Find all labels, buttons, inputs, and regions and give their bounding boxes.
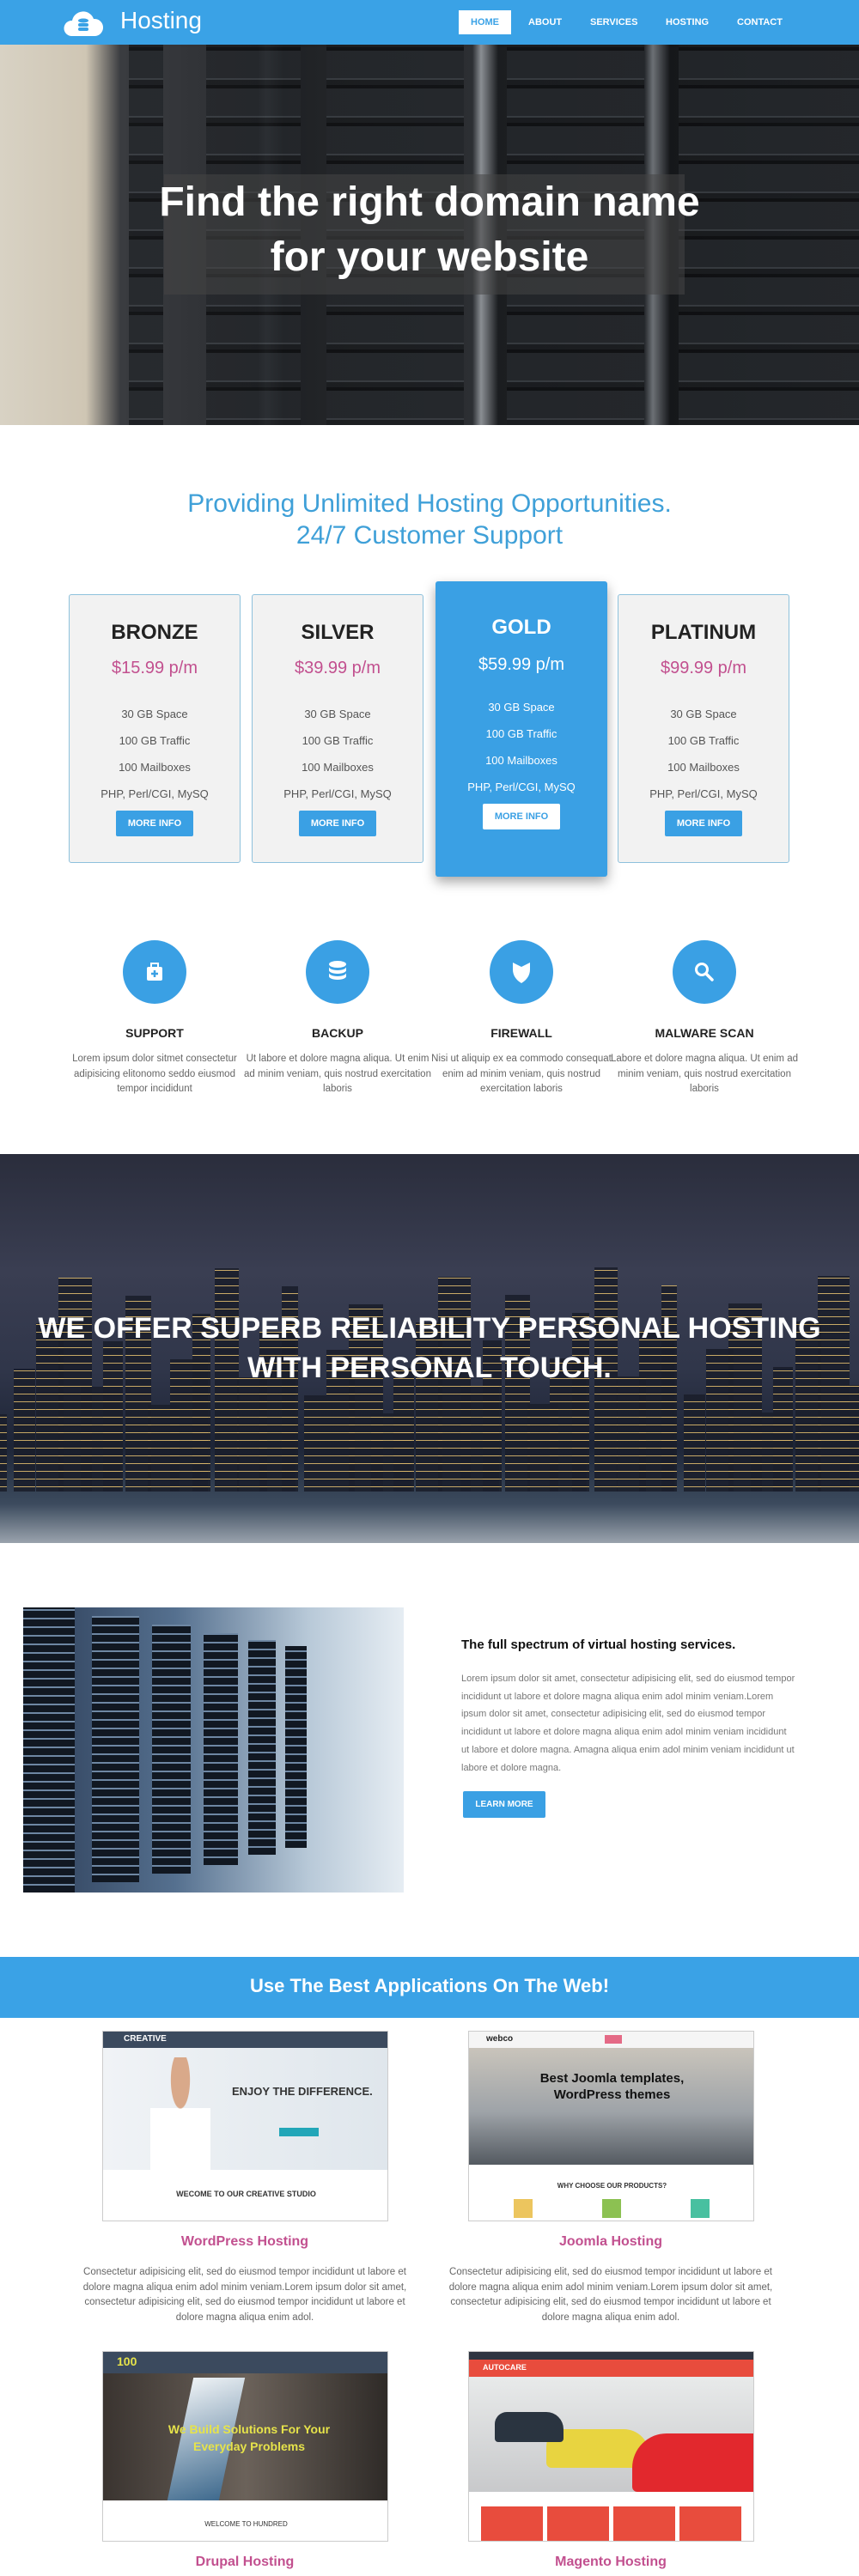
plan-name: BRONZE	[111, 621, 198, 644]
thumb-headline: ENJOY THE DIFFERENCE.	[232, 2085, 373, 2098]
feature-support: SUPPORT Lorem ipsum dolor sitmet consect…	[60, 940, 249, 1097]
search-icon	[673, 940, 736, 1004]
plan-feature: 30 GB Space	[488, 701, 555, 714]
plan-feature: PHP, Perl/CGI, MySQ	[467, 781, 576, 793]
nav-services[interactable]: SERVICES	[578, 10, 649, 34]
feature-backup: BACKUP Ut labore et dolore magna aliqua.…	[243, 940, 432, 1097]
plan-feature: 100 Mailboxes	[485, 754, 557, 767]
building	[0, 1414, 7, 1492]
server-room-image	[23, 1607, 404, 1893]
nav-home[interactable]: HOME	[459, 10, 511, 34]
feature-firewall: FIREWALL Nisi ut aliquip ex ea commodo c…	[427, 940, 616, 1097]
nav-hosting[interactable]: HOSTING	[654, 10, 721, 34]
plan-feature: 30 GB Space	[670, 708, 737, 720]
pricing-card-platinum: PLATINUM $99.99 p/m 30 GB Space 100 GB Tr…	[618, 594, 789, 863]
more-info-button[interactable]: MORE INFO	[115, 811, 194, 836]
magento-theme-thumbnail[interactable]: AUTOCARE	[468, 2351, 754, 2542]
building	[840, 1385, 859, 1492]
building	[684, 1394, 705, 1492]
city-banner: WE OFFER SUPERB RELIABILITY PERSONAL HOS…	[0, 1154, 859, 1543]
thumb-headline: Best Joomla templates, WordPress themes	[539, 2071, 685, 2102]
plan-feature: 100 GB Traffic	[119, 734, 191, 747]
thumb-headline: We Build Solutions For Your Everyday Pro…	[168, 2422, 331, 2453]
app-text-joomla: Consectetur adipisicing elit, sed do eiu…	[448, 2267, 773, 2323]
pricing-card-bronze: BRONZE $15.99 p/m 30 GB Space 100 GB Traf…	[69, 594, 241, 863]
plan-feature: 100 Mailboxes	[667, 761, 740, 774]
headline-line-2: 24/7 Customer Support	[295, 521, 564, 550]
feature-title: FIREWALL	[490, 1026, 552, 1040]
hero-title: Find the right domain name for your webs…	[159, 179, 700, 280]
medkit-icon	[123, 940, 186, 1004]
hero-slider: Find the right domain name for your webs…	[0, 45, 859, 425]
nav-contact[interactable]: CONTACT	[725, 10, 795, 34]
feature-text: Lorem ipsum dolor sitmet consectetur adi…	[72, 1054, 237, 1094]
pricing-headline: Providing Unlimited Hosting Opportunitie…	[0, 488, 859, 551]
plan-features: 30 GB Space 100 GB Traffic 100 Mailboxes PH…	[70, 701, 240, 807]
plan-feature: 100 GB Traffic	[302, 734, 374, 747]
wordpress-theme-thumbnail[interactable]: CREATIVE ENJOY THE DIFFERENCE. WECOME TO…	[102, 2031, 388, 2221]
app-title-magento[interactable]: Magento Hosting	[430, 2555, 791, 2570]
plan-price: $99.99 p/m	[660, 659, 747, 677]
thumb-footer: WELCOME TO HUNDRED	[204, 2520, 288, 2528]
pricing-card-silver: SILVER $39.99 p/m 30 GB Space 100 GB Traf…	[252, 594, 423, 863]
feature-malware-scan: MALWARE SCAN Labore et dolore magna aliq…	[610, 940, 799, 1097]
database-icon	[306, 940, 369, 1004]
learn-more-button[interactable]: LEARN MORE	[463, 1791, 545, 1818]
top-navbar: Hosting HOME ABOUT SERVICES HOSTING CONT…	[0, 0, 859, 45]
plan-price: $39.99 p/m	[294, 659, 381, 677]
plan-feature: PHP, Perl/CGI, MySQ	[649, 787, 758, 800]
feature-title: SUPPORT	[125, 1026, 184, 1040]
app-text-wordpress: Consectetur adipisicing elit, sed do eiu…	[82, 2267, 407, 2323]
plan-feature: 30 GB Space	[121, 708, 188, 720]
thumb-brand: AUTOCARE	[483, 2363, 527, 2372]
joomla-theme-thumbnail[interactable]: webco Best Joomla templates, WordPress t…	[468, 2031, 754, 2221]
banner-title: WE OFFER SUPERB RELIABILITY PERSONAL HOS…	[38, 1312, 821, 1384]
plan-feature: PHP, Perl/CGI, MySQ	[283, 787, 392, 800]
headline-line-1: Providing Unlimited Hosting Opportunitie…	[187, 489, 672, 518]
about-heading: The full spectrum of virtual hosting ser…	[461, 1637, 736, 1652]
app-title-joomla[interactable]: Joomla Hosting	[430, 2234, 791, 2250]
plan-name: PLATINUM	[650, 621, 757, 644]
feature-text: Labore et dolore magna aliqua. Ut enim a…	[610, 1054, 798, 1094]
more-info-button[interactable]: MORE INFO	[664, 811, 743, 836]
thumb-brand: CREATIVE	[124, 2034, 167, 2044]
about-text: Lorem ipsum dolor sit amet, consectetur …	[461, 1674, 795, 1773]
apps-title: Use The Best Applications On The Web!	[249, 1975, 610, 1996]
thumb-brand: 100	[117, 2354, 137, 2368]
plan-price: $59.99 p/m	[478, 655, 565, 674]
feature-title: BACKUP	[312, 1026, 363, 1040]
plan-feature: 100 GB Traffic	[485, 727, 557, 740]
pricing-card-gold: GOLD $59.99 p/m 30 GB Space 100 GB Traffi…	[436, 581, 607, 877]
app-title-drupal[interactable]: Drupal Hosting	[64, 2555, 425, 2570]
app-title-wordpress[interactable]: WordPress Hosting	[64, 2234, 425, 2250]
plan-feature: 100 Mailboxes	[302, 761, 374, 774]
nav-about[interactable]: ABOUT	[516, 10, 574, 34]
cloud-database-logo-icon[interactable]	[63, 9, 104, 38]
more-info-button[interactable]: MORE INFO	[482, 804, 561, 829]
building	[304, 1395, 326, 1492]
plan-feature: PHP, Perl/CGI, MySQ	[101, 787, 209, 800]
brand-name[interactable]: Hosting	[120, 7, 202, 34]
plan-feature: 100 Mailboxes	[119, 761, 191, 774]
feature-text: Nisi ut aliquip ex ea commodo consequat …	[431, 1054, 612, 1094]
plan-features: 30 GB Space 100 GB Traffic 100 Mailboxes PH…	[253, 701, 423, 807]
plan-features: 30 GB Space 100 GB Traffic 100 Mailboxes PH…	[436, 694, 607, 800]
drupal-theme-thumbnail[interactable]: 100 We Build Solutions For Your Everyday…	[102, 2351, 388, 2542]
more-info-button[interactable]: MORE INFO	[298, 811, 377, 836]
shield-icon	[490, 940, 553, 1004]
plan-name: SILVER	[301, 621, 375, 644]
plan-features: 30 GB Space 100 GB Traffic 100 Mailboxes PH…	[618, 701, 789, 807]
plan-price: $15.99 p/m	[111, 659, 198, 677]
thumb-footer: WECOME TO OUR CREATIVE STUDIO	[176, 2190, 316, 2198]
feature-text: Ut labore et dolore magna aliqua. Ut eni…	[244, 1054, 431, 1094]
thumb-footer: WHY CHOOSE OUR PRODUCTS?	[557, 2182, 667, 2190]
feature-title: MALWARE SCAN	[655, 1026, 754, 1040]
plan-feature: 30 GB Space	[304, 708, 371, 720]
thumb-brand: webco	[486, 2034, 514, 2044]
plan-feature: 100 GB Traffic	[667, 734, 740, 747]
plan-name: GOLD	[491, 616, 551, 639]
